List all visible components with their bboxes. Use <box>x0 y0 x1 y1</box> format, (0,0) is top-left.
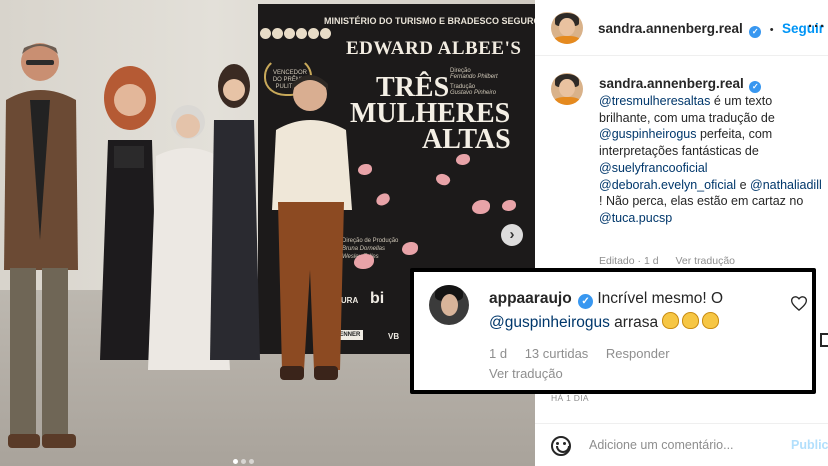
poster-title-line3: ALTAS <box>422 124 511 155</box>
caption-mention[interactable]: @guspinheirogus <box>599 127 696 141</box>
caption-mention[interactable]: @suelyfrancooficial <box>599 161 708 175</box>
caption-body: @tresmulheresaltas é um texto brilhante,… <box>599 94 822 225</box>
clapping-hands-icons <box>662 312 722 331</box>
post-caption: sandra.annenberg.real ✓ @tresmulheresalt… <box>599 76 824 227</box>
caption-mention[interactable]: @tresmulheresaltas <box>599 94 710 108</box>
clapping-hands-icon <box>682 312 700 329</box>
comment-meta: 1 d 13 curtidas Responder <box>489 346 684 361</box>
poster-sponsor-4: VB <box>388 332 400 341</box>
clapping-hands-icon <box>702 312 720 329</box>
man-figure <box>4 43 78 448</box>
carousel-dot[interactable] <box>233 459 238 464</box>
post-date: HÁ 1 DIA <box>551 393 589 403</box>
poster-translator: Gustavo Pinheiro <box>450 90 497 96</box>
post-header: sandra.annenberg.real ✓ • Seguir ··· <box>535 0 828 56</box>
commenter-username[interactable]: appaaraujo <box>489 290 572 307</box>
caption-meta: Editado · 1 d Ver tradução <box>599 255 749 267</box>
carousel-next-button[interactable]: › <box>501 224 523 246</box>
sandra-figure <box>272 75 352 380</box>
caption-mention[interactable]: @nathaliadill <box>750 178 822 192</box>
more-options-icon[interactable]: ··· <box>808 18 826 35</box>
comment-age: 1 d <box>489 346 508 361</box>
commenter-avatar[interactable] <box>429 285 469 325</box>
cutout-figures <box>100 64 260 370</box>
header-user-row: sandra.annenberg.real ✓ • Seguir <box>598 20 824 38</box>
post-photo[interactable]: MINISTÉRIO DO TURISMO E BRADESCO SEGUROS… <box>0 0 535 466</box>
caption-username[interactable]: sandra.annenberg.real <box>599 76 744 91</box>
caption-mention[interactable]: @deborah.evelyn_oficial <box>599 178 736 192</box>
verified-badge-icon: ✓ <box>749 26 762 38</box>
publish-button[interactable]: Publicar <box>791 438 828 452</box>
comment-translate-link[interactable]: Ver tradução <box>489 366 563 381</box>
caption-avatar[interactable] <box>551 73 583 105</box>
like-heart-icon[interactable] <box>791 296 807 311</box>
comment-text-after: arrasa <box>609 314 663 331</box>
pearl-necklace-graphic <box>260 26 340 40</box>
carousel-dot[interactable] <box>249 459 254 464</box>
caption-translate-link[interactable]: Ver tradução <box>675 255 735 267</box>
comment-bar: Adicione um comentário... Publicar <box>535 423 828 466</box>
reply-button[interactable]: Responder <box>606 346 670 361</box>
poster-sponsor-2: bi <box>370 290 385 307</box>
comment-text-before: Incrível mesmo! O <box>593 290 724 307</box>
poster-director: Fernando Philbert <box>450 74 498 80</box>
caption-text: e <box>736 177 750 192</box>
poster-author: EDWARD ALBEE'S <box>346 38 522 59</box>
caption-text: ! Não perca, elas estão em cartaz no <box>599 194 804 209</box>
comment-mention[interactable]: @guspinheirogus <box>489 314 610 331</box>
highlighted-comment: appaaraujo ✓ Incrível mesmo! O @guspinhe… <box>410 268 816 394</box>
verified-badge-icon: ✓ <box>749 81 762 93</box>
emoji-picker-icon[interactable] <box>551 436 571 456</box>
share-icon-partial[interactable] <box>820 333 828 347</box>
clapping-hands-icon <box>662 312 680 329</box>
separator-dot: • <box>769 24 774 36</box>
carousel-dot[interactable] <box>241 459 246 464</box>
author-avatar[interactable] <box>551 12 583 44</box>
header-username[interactable]: sandra.annenberg.real <box>598 21 743 36</box>
verified-badge-icon: ✓ <box>578 294 594 309</box>
caption-mention[interactable]: @tuca.pucsp <box>599 211 672 225</box>
comment-input[interactable]: Adicione um comentário... <box>589 438 734 452</box>
comment-likes[interactable]: 13 curtidas <box>525 346 589 361</box>
poster-sponsor-line: MINISTÉRIO DO TURISMO E BRADESCO SEGUROS… <box>324 16 535 26</box>
caption-edited-time: Editado · 1 d <box>599 255 659 267</box>
post-side-panel: sandra.annenberg.real ✓ • Seguir ··· san… <box>535 0 828 466</box>
comment-text: appaaraujo ✓ Incrível mesmo! O @guspinhe… <box>489 287 789 335</box>
carousel-dots <box>233 451 257 466</box>
